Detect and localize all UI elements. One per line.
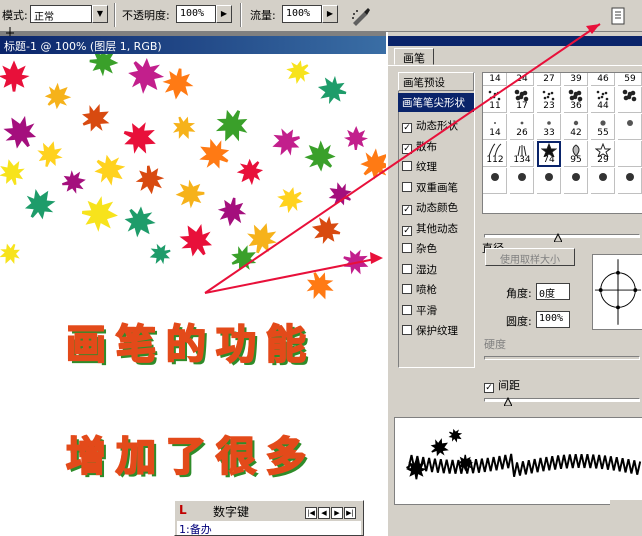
annotation-arrows <box>204 23 601 294</box>
arrow-to-palette-button <box>204 23 601 294</box>
